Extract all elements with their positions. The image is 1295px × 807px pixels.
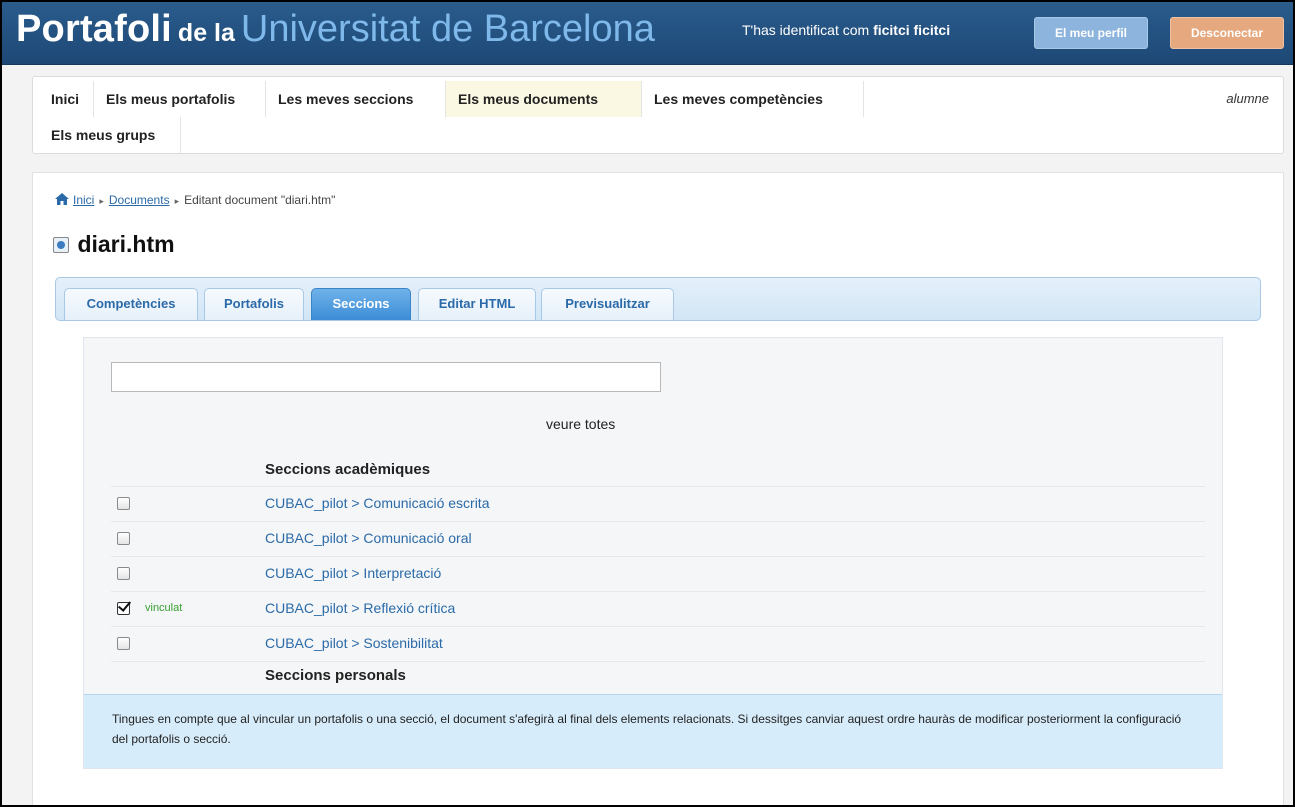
see-all-link[interactable]: veure totes (546, 416, 615, 432)
tab-seccions[interactable]: Seccions (311, 288, 411, 320)
personal-sections-header: Seccions personals (265, 667, 406, 684)
section-checkbox[interactable] (117, 637, 130, 650)
main-nav: Inici Els meus portafolis Les meves secc… (32, 76, 1284, 154)
list-header-row: Seccions acadèmiques (111, 456, 1205, 487)
section-row: vinculat CUBAC_pilot > Reflexió crítica (111, 592, 1205, 627)
breadcrumb-current: Editant document "diari.htm" (184, 193, 336, 207)
nav-item-inici[interactable]: Inici (39, 81, 94, 117)
logout-button[interactable]: Desconectar (1170, 17, 1284, 49)
section-checkbox[interactable] (117, 532, 130, 545)
nav-item-documents[interactable]: Els meus documents (446, 81, 642, 117)
section-row: CUBAC_pilot > Comunicació oral (111, 522, 1205, 557)
site-brand[interactable]: Portafoli de la Universitat de Barcelona (16, 8, 655, 56)
section-link[interactable]: CUBAC_pilot > Reflexió crítica (265, 600, 455, 616)
nav-item-grups[interactable]: Els meus grups (39, 117, 181, 153)
academic-sections-header: Seccions acadèmiques (265, 461, 431, 478)
brand-portafoli: Portafoli (16, 8, 172, 50)
info-notice: Tingues en compte que al vincular un por… (84, 694, 1222, 768)
section-link[interactable]: CUBAC_pilot > Interpretació (265, 565, 441, 581)
breadcrumb-separator-icon: ▸ (99, 196, 104, 206)
section-row: CUBAC_pilot > Interpretació (111, 557, 1205, 592)
logged-in-as: T'has identificat com ficitci ficitci (742, 22, 950, 38)
section-row: CUBAC_pilot > Sostenibilitat (111, 627, 1205, 662)
browser-frame: Portafoli de la Universitat de Barcelona T… (0, 0, 1295, 807)
section-row: CUBAC_pilot > Comunicació escrita (111, 487, 1205, 522)
tab-previsualitzar[interactable]: Previsualitzar (541, 288, 674, 320)
nav-item-seccions[interactable]: Les meves seccions (266, 81, 446, 117)
brand-dela: de la (177, 19, 235, 47)
ident-prefix: T'has identificat com (742, 22, 870, 38)
sections-panel: veure totes Seccions acadèmiques CUBAC_p… (83, 337, 1223, 769)
section-search-input[interactable] (111, 362, 661, 392)
list-header-row: Seccions personals (111, 662, 1205, 697)
main-content: Inici ▸ Documents ▸ Editant document "diari.… (32, 172, 1284, 805)
tab-editar-html[interactable]: Editar HTML (418, 288, 536, 320)
section-link[interactable]: CUBAC_pilot > Comunicació oral (265, 530, 472, 546)
section-link[interactable]: CUBAC_pilot > Comunicació escrita (265, 495, 489, 511)
page-title: diari.htm (53, 231, 175, 261)
document-title: diari.htm (77, 231, 175, 257)
breadcrumb-separator-icon: ▸ (174, 196, 180, 206)
tab-portafolis[interactable]: Portafolis (204, 288, 304, 320)
home-icon (55, 193, 69, 205)
my-profile-button[interactable]: El meu perfil (1034, 17, 1148, 49)
linked-status: vinculat (145, 602, 183, 614)
breadcrumb: Inici ▸ Documents ▸ Editant document "diari.… (55, 193, 335, 207)
nav-item-competencies[interactable]: Les meves competències (642, 81, 864, 117)
section-link[interactable]: CUBAC_pilot > Sostenibilitat (265, 635, 443, 651)
section-checkbox[interactable] (117, 567, 130, 580)
sections-list: Seccions acadèmiques CUBAC_pilot > Comun… (111, 456, 1205, 697)
user-role: alumne (1226, 91, 1269, 106)
document-icon (53, 237, 69, 253)
site-header: Portafoli de la Universitat de Barcelona T… (2, 2, 1293, 65)
breadcrumb-documents[interactable]: Documents (109, 193, 170, 207)
tab-competencies[interactable]: Competències (64, 288, 198, 320)
section-checkbox-checked[interactable] (117, 602, 130, 615)
section-checkbox[interactable] (117, 497, 130, 510)
nav-item-portafolis[interactable]: Els meus portafolis (94, 81, 266, 117)
document-tabs: Competències Portafolis Seccions Editar … (55, 277, 1261, 321)
breadcrumb-home[interactable]: Inici (73, 193, 94, 207)
user-name: ficitci ficitci (873, 22, 951, 38)
brand-university: Universitat de Barcelona (240, 8, 655, 50)
